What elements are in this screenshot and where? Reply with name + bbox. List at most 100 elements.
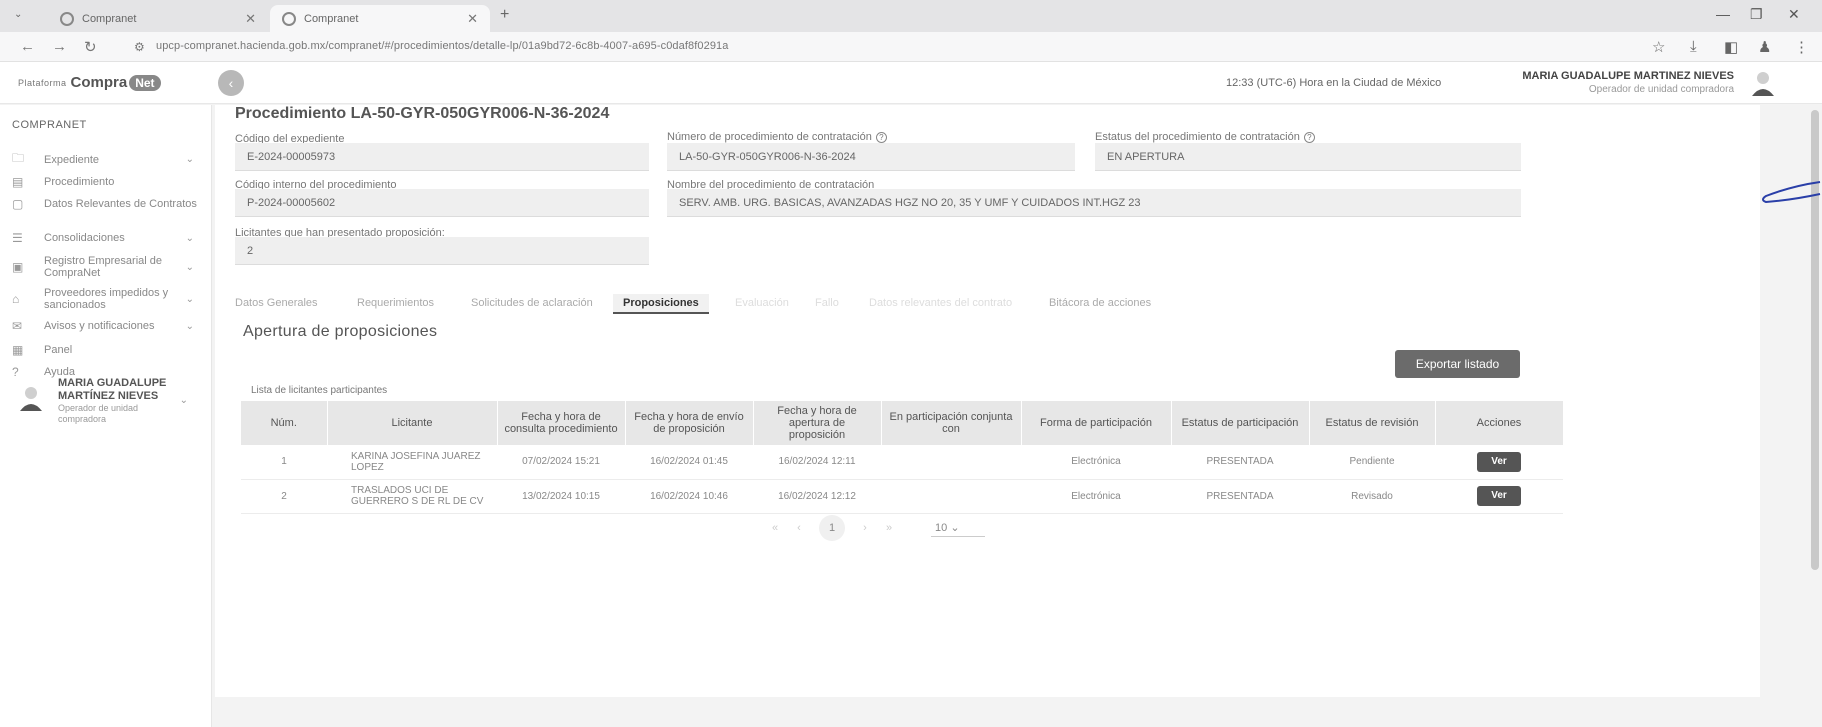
browser-tab-active[interactable]: Compranet ✕ xyxy=(270,5,490,32)
sidebar-user-name: MARIA GUADALUPE MARTÍNEZ NIEVES xyxy=(58,377,167,402)
cell-estatus-participacion: PRESENTADA xyxy=(1171,445,1309,480)
avatar xyxy=(20,387,42,411)
new-tab-icon[interactable]: + xyxy=(500,6,509,24)
close-tab-icon[interactable]: ✕ xyxy=(467,11,478,27)
grid-icon: ▦ xyxy=(12,343,24,357)
column-header[interactable]: Fecha y hora de apertura de proposición xyxy=(753,401,882,445)
column-header[interactable]: Licitante xyxy=(327,401,498,445)
chevron-down-icon: ⌄ xyxy=(950,522,960,534)
clock-text: 12:33 (UTC-6) Hora en la Ciudad de Méxic… xyxy=(1226,77,1442,89)
tab-list-chevron-icon[interactable]: ⌄ xyxy=(14,9,22,20)
column-header[interactable]: Fecha y hora de consulta procedimiento xyxy=(497,401,626,445)
last-page-icon[interactable]: » xyxy=(877,522,901,534)
main-content: Procedimiento LA-50-GYR-050GYR006-N-36-2… xyxy=(213,105,1809,727)
sidebar-item-label: Expediente xyxy=(44,153,100,166)
user-avatar[interactable] xyxy=(1748,68,1778,98)
collapse-sidebar-button[interactable]: ‹ xyxy=(218,70,244,96)
logo-main-text: Compra xyxy=(70,74,128,91)
view-button[interactable]: Ver xyxy=(1477,486,1521,506)
field-label-text: Número de procedimiento de contratación xyxy=(667,131,872,143)
next-page-icon[interactable]: › xyxy=(853,522,877,534)
table-row: 1 KARINA JOSEFINA JUAREZ LOPEZ 07/02/202… xyxy=(241,445,1563,480)
column-header[interactable]: Núm. xyxy=(241,401,328,445)
view-button[interactable]: Ver xyxy=(1477,451,1521,472)
sidebar-item-expediente[interactable]: 🗀 Expediente ⌄ xyxy=(12,149,202,170)
tab-requerimientos[interactable]: Requerimientos xyxy=(357,297,434,309)
chevron-left-icon: ‹ xyxy=(228,75,234,91)
browser-tab-title: Compranet xyxy=(304,12,359,25)
sidebar-item-label: Avisos y notificaciones xyxy=(44,320,155,332)
reload-icon[interactable]: ↻ xyxy=(84,38,97,56)
back-icon[interactable]: ← xyxy=(20,38,35,55)
column-header[interactable]: En participación conjunta con xyxy=(881,401,1022,445)
procedure-tabs: Datos Generales Requerimientos Solicitud… xyxy=(235,294,1515,319)
column-header[interactable]: Estatus de participación xyxy=(1171,401,1310,445)
column-header[interactable]: Forma de participación xyxy=(1021,401,1172,445)
chevron-down-icon: ⌄ xyxy=(185,154,194,165)
page-size-select[interactable]: 10 ⌄ xyxy=(931,519,985,537)
cell-acciones: Ver xyxy=(1435,445,1563,480)
prev-page-icon[interactable]: ‹ xyxy=(787,522,811,534)
cell-num: 2 xyxy=(241,479,327,514)
sidebar-item-label: Proveedores impedidos y sancionados xyxy=(44,287,169,311)
list-caption: Lista de licitantes participantes xyxy=(251,385,388,396)
download-icon[interactable]: ⤓ xyxy=(1690,38,1697,55)
close-window-icon[interactable]: ✕ xyxy=(1788,6,1800,23)
site-favicon-icon xyxy=(60,11,74,26)
close-tab-icon[interactable]: ✕ xyxy=(245,11,256,27)
chevron-down-icon: ⌄ xyxy=(185,261,194,273)
browser-tab-inactive[interactable]: Compranet ✕ xyxy=(48,5,268,32)
tab-solicitudes-aclaracion[interactable]: Solicitudes de aclaración xyxy=(471,297,593,309)
site-settings-icon[interactable]: ⚙ xyxy=(134,40,145,54)
sidebar-item-proveedores[interactable]: ⌂ Proveedores impedidos y sancionados ⌄ xyxy=(12,287,202,311)
sidebar-item-consolidaciones[interactable]: ☰ Consolidaciones ⌄ xyxy=(12,231,202,245)
column-header[interactable]: Estatus de revisión xyxy=(1309,401,1436,445)
help-circle-icon[interactable]: ? xyxy=(1303,132,1315,143)
stack-icon: ☰ xyxy=(12,231,23,245)
column-header[interactable]: Fecha y hora de envío de proposición xyxy=(625,401,754,445)
current-page[interactable]: 1 xyxy=(819,515,845,541)
tab-datos-generales[interactable]: Datos Generales xyxy=(235,297,318,309)
compranet-logo[interactable]: Plataforma Compra Net xyxy=(18,74,161,91)
bookmark-star-icon[interactable]: ☆ xyxy=(1652,38,1665,56)
sidebar-title: COMPRANET xyxy=(12,119,87,131)
sidepanel-icon[interactable]: ◧ xyxy=(1724,38,1738,56)
sidebar-item-label: Datos Relevantes de Contratos xyxy=(44,198,197,210)
url-field[interactable]: upcp-compranet.hacienda.gob.mx/compranet… xyxy=(156,40,728,52)
tab-datos-relevantes-contrato[interactable]: Datos relevantes del contrato xyxy=(869,297,1012,309)
sidebar-item-panel[interactable]: ▦ Panel xyxy=(12,343,202,357)
sidebar: COMPRANET 🗀 Expediente ⌄ ▤ Procedimiento… xyxy=(0,105,212,727)
tab-bitacora-acciones[interactable]: Bitácora de acciones xyxy=(1049,297,1151,309)
sidebar-item-avisos[interactable]: ✉ Avisos y notificaciones ⌄ xyxy=(12,319,202,333)
mail-icon: ✉ xyxy=(12,319,23,333)
sidebar-user-menu[interactable]: MARIA GUADALUPE MARTÍNEZ NIEVES Operador… xyxy=(16,377,202,425)
pen-annotation-mark xyxy=(1762,181,1821,204)
section-title: Apertura de proposiciones xyxy=(243,323,438,340)
site-favicon-icon xyxy=(282,11,296,26)
chat-icon: ▢ xyxy=(12,197,24,211)
sidebar-item-datos-relevantes[interactable]: ▢ Datos Relevantes de Contratos xyxy=(12,197,202,211)
cell-consulta: 13/02/2024 10:15 xyxy=(497,479,625,514)
restore-icon[interactable]: ❐ xyxy=(1750,6,1763,23)
menu-kebab-icon[interactable]: ⋮ xyxy=(1794,38,1809,56)
sidebar-item-registro-empresarial[interactable]: ▣ Registro Empresarial de CompraNet ⌄ xyxy=(12,255,202,279)
tab-evaluacion[interactable]: Evaluación xyxy=(735,297,789,309)
tab-proposiciones[interactable]: Proposiciones xyxy=(613,294,709,314)
store-icon: ⌂ xyxy=(12,292,20,306)
chevron-down-icon: ⌄ xyxy=(179,395,188,406)
field-label-text: Estatus del procedimiento de contratació… xyxy=(1095,131,1300,143)
help-circle-icon[interactable]: ? xyxy=(875,132,887,143)
forward-icon[interactable]: → xyxy=(52,38,67,55)
chevron-down-icon: ⌄ xyxy=(185,320,194,332)
table-row: 2 TRASLADOS UCI DE GUERRERO S DE RL DE C… xyxy=(241,479,1563,514)
profile-icon[interactable]: ♟ xyxy=(1758,38,1771,56)
sidebar-item-procedimiento[interactable]: ▤ Procedimiento xyxy=(12,175,202,189)
cell-forma: Electrónica xyxy=(1021,479,1171,514)
export-list-button[interactable]: Exportar listado xyxy=(1395,350,1520,378)
cell-estatus-participacion: PRESENTADA xyxy=(1171,479,1309,514)
sidebar-user-role: Operador de unidad compradora xyxy=(58,403,139,424)
tab-fallo[interactable]: Fallo xyxy=(815,297,839,309)
minimize-icon[interactable]: — xyxy=(1716,6,1730,22)
first-page-icon[interactable]: « xyxy=(763,522,787,534)
cell-conjunta xyxy=(881,479,1021,514)
